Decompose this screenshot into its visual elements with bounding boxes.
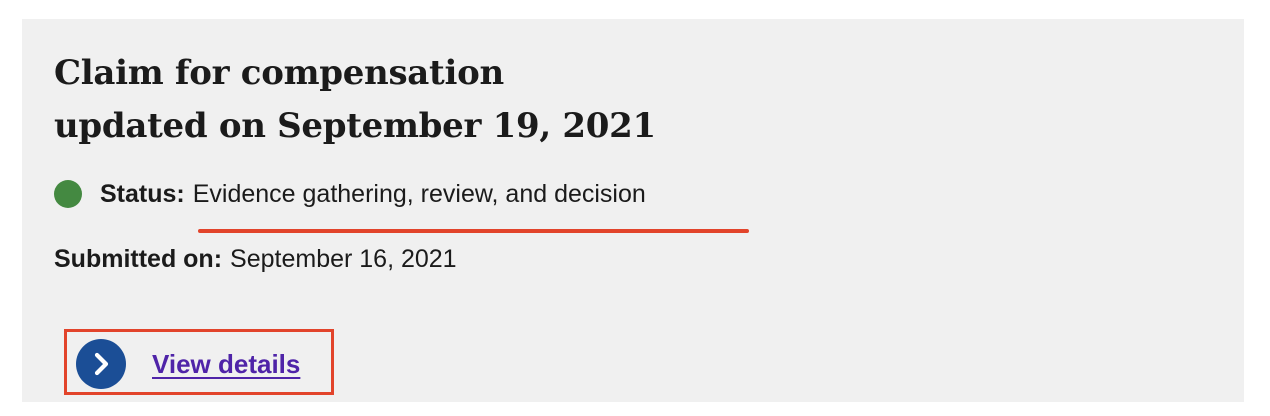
- claim-title: Claim for compensation updated on Septem…: [54, 47, 656, 153]
- claim-title-line-2: updated on September 19, 2021: [54, 106, 656, 146]
- submitted-value: September 16, 2021: [230, 244, 457, 273]
- chevron-right-circle-icon: [76, 339, 126, 389]
- submitted-label: Submitted on:: [54, 244, 223, 273]
- claim-card: Claim for compensation updated on Septem…: [22, 19, 1244, 402]
- chevron-right-icon: [94, 352, 109, 376]
- status-annotation-underline: [198, 229, 749, 233]
- status-label: Status:: [100, 179, 185, 208]
- view-details-link[interactable]: View details: [76, 339, 300, 389]
- status-row: Status: Evidence gathering, review, and …: [54, 177, 646, 211]
- claim-title-line-1: Claim for compensation: [54, 53, 504, 93]
- status-dot-icon: [54, 180, 82, 208]
- status-value: Evidence gathering, review, and decision: [192, 179, 646, 208]
- view-details-label: View details: [152, 348, 301, 379]
- submitted-row: Submitted on: September 16, 2021: [54, 239, 457, 279]
